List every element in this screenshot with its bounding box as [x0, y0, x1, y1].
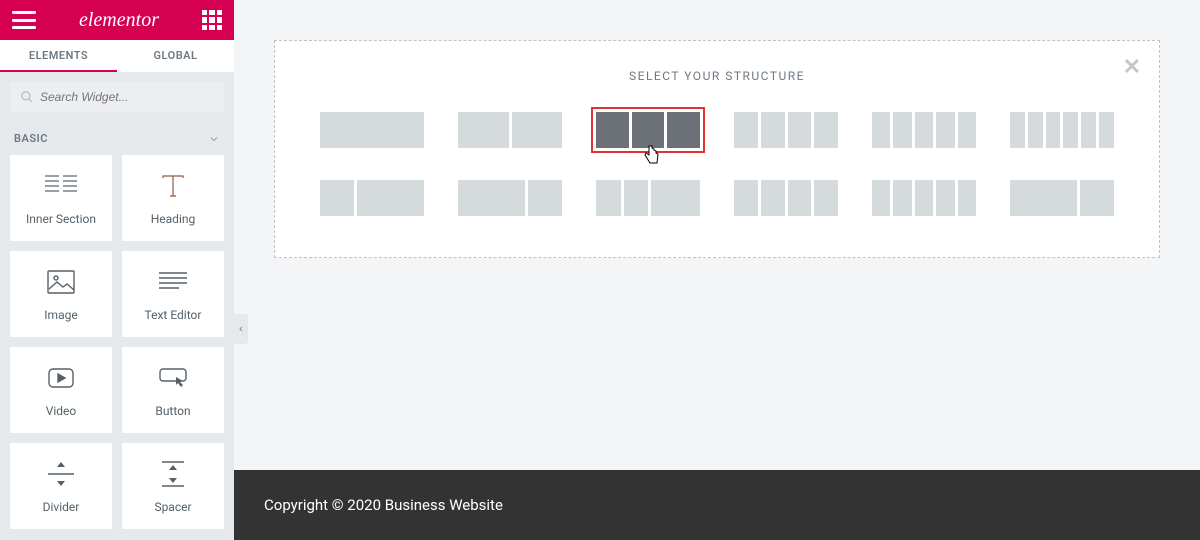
structure-title: SELECT YOUR STRUCTURE	[315, 69, 1119, 83]
widget-label: Video	[46, 404, 77, 418]
text-t-icon	[159, 170, 187, 202]
structure-row	[315, 107, 1119, 153]
structure-option[interactable]	[315, 107, 429, 153]
widget-text-editor[interactable]: Text Editor	[122, 251, 224, 337]
widget-heading[interactable]: Heading	[122, 155, 224, 241]
chevron-down-icon	[208, 133, 220, 145]
widget-label: Divider	[43, 500, 80, 514]
widgets-grid: Inner Section Heading Image Text Editor	[0, 155, 234, 529]
widget-spacer[interactable]: Spacer	[122, 443, 224, 529]
widget-inner-section[interactable]: Inner Section	[10, 155, 112, 241]
structure-option[interactable]	[1005, 175, 1119, 221]
widget-label: Button	[155, 404, 190, 418]
category-label: BASIC	[14, 132, 48, 145]
structure-option[interactable]	[867, 107, 981, 153]
spacer-icon	[162, 458, 184, 490]
widget-video[interactable]: Video	[10, 347, 112, 433]
image-icon	[47, 266, 75, 298]
structure-option[interactable]	[591, 107, 705, 153]
tab-elements[interactable]: ELEMENTS	[0, 40, 117, 72]
columns-icon	[45, 170, 77, 202]
widget-label: Text Editor	[145, 308, 202, 322]
search-input[interactable]	[10, 82, 224, 112]
structure-row	[315, 175, 1119, 221]
widget-label: Inner Section	[26, 212, 96, 226]
copyright-text: Copyright © 2020 Business Website	[264, 496, 503, 514]
structure-option[interactable]	[453, 175, 567, 221]
panel-tabs: ELEMENTS GLOBAL	[0, 40, 234, 72]
widget-label: Image	[44, 308, 77, 322]
structure-option[interactable]	[591, 175, 705, 221]
widget-divider[interactable]: Divider	[10, 443, 112, 529]
divider-icon	[48, 458, 74, 490]
widget-button[interactable]: Button	[122, 347, 224, 433]
structure-option[interactable]	[1005, 107, 1119, 153]
widget-label: Spacer	[154, 500, 191, 514]
editor-canvas: ✕ SELECT YOUR STRUCTURE Copyright © 2020…	[234, 0, 1200, 540]
page-footer: Copyright © 2020 Business Website	[234, 470, 1200, 540]
structure-option[interactable]	[315, 175, 429, 221]
search-widget	[10, 82, 224, 112]
widget-image[interactable]: Image	[10, 251, 112, 337]
category-basic[interactable]: BASIC	[0, 122, 234, 155]
button-icon	[159, 362, 187, 394]
widget-label: Heading	[151, 212, 196, 226]
sidebar-header: elementor	[0, 0, 234, 40]
play-icon	[48, 362, 74, 394]
structure-option[interactable]	[453, 107, 567, 153]
lines-icon	[159, 266, 187, 298]
close-icon[interactable]: ✕	[1123, 55, 1141, 80]
cursor-hand-icon	[643, 145, 661, 165]
menu-icon[interactable]	[12, 11, 36, 29]
elementor-sidebar: elementor ELEMENTS GLOBAL BASIC	[0, 0, 234, 540]
search-icon	[20, 90, 34, 104]
structure-option[interactable]	[867, 175, 981, 221]
apps-grid-icon[interactable]	[202, 10, 222, 30]
structure-option[interactable]	[729, 175, 843, 221]
structure-option[interactable]	[729, 107, 843, 153]
structure-selector: ✕ SELECT YOUR STRUCTURE	[274, 40, 1160, 258]
tab-global[interactable]: GLOBAL	[117, 40, 234, 72]
brand-logo: elementor	[79, 9, 159, 32]
